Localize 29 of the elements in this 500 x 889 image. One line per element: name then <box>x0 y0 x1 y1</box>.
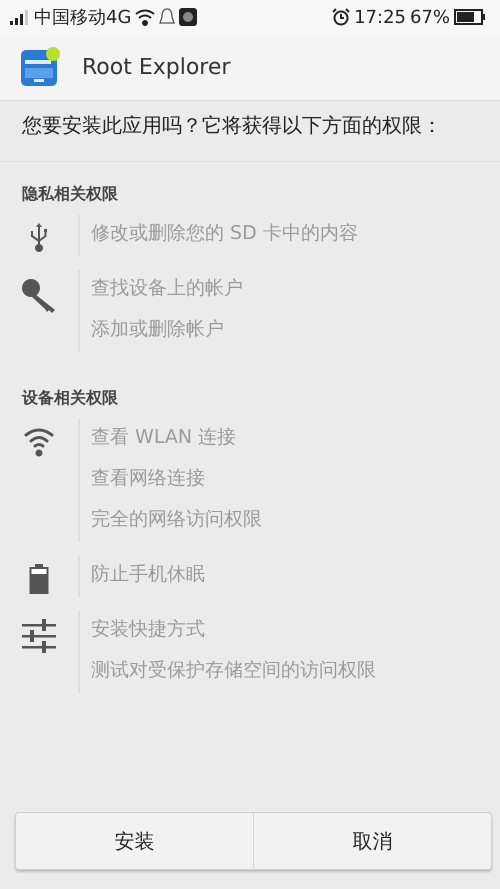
usb-icon <box>30 223 48 253</box>
clock-time: 17:25 <box>354 6 406 28</box>
signal-icon <box>10 9 30 25</box>
dialog-button[interactable]: 取消 <box>253 813 491 869</box>
permission-item: 查找设备上的帐户 <box>91 276 243 301</box>
battery-icon <box>454 9 486 25</box>
app-title: Root Explorer <box>82 54 230 80</box>
wifi-icon <box>135 8 156 26</box>
permission-item: 添加或删除帐户 <box>91 317 225 342</box>
section-title: 设备相关权限 <box>20 387 119 409</box>
permission-item: 测试对受保护存储空间的访问权限 <box>91 658 376 683</box>
wifi-icon <box>24 427 54 457</box>
app-icon <box>20 46 60 88</box>
app-notification-icon <box>179 8 198 26</box>
carrier-name: 中国移动4G <box>34 6 132 29</box>
permission-item: 防止手机休眠 <box>91 562 205 587</box>
battery-percent: 67% <box>410 6 450 28</box>
permission-item: 查看 WLAN 连接 <box>91 425 238 450</box>
permission-item: 安装快捷方式 <box>91 617 206 642</box>
section-title: 隐私相关权限 <box>21 183 119 205</box>
sliders-icon <box>22 619 56 653</box>
key-icon <box>21 278 57 314</box>
install-prompt: 您要安装此应用吗？它将获得以下方面的权限： <box>0 101 500 162</box>
battery-icon <box>29 564 49 594</box>
permission-item: 修改或删除您的 SD 卡中的内容 <box>91 221 358 246</box>
permission-item: 完全的网络访问权限 <box>91 507 262 532</box>
dialog-button[interactable]: 安装 <box>16 813 253 869</box>
alarm-icon <box>332 8 350 26</box>
permission-item: 查看网络连接 <box>91 466 206 491</box>
